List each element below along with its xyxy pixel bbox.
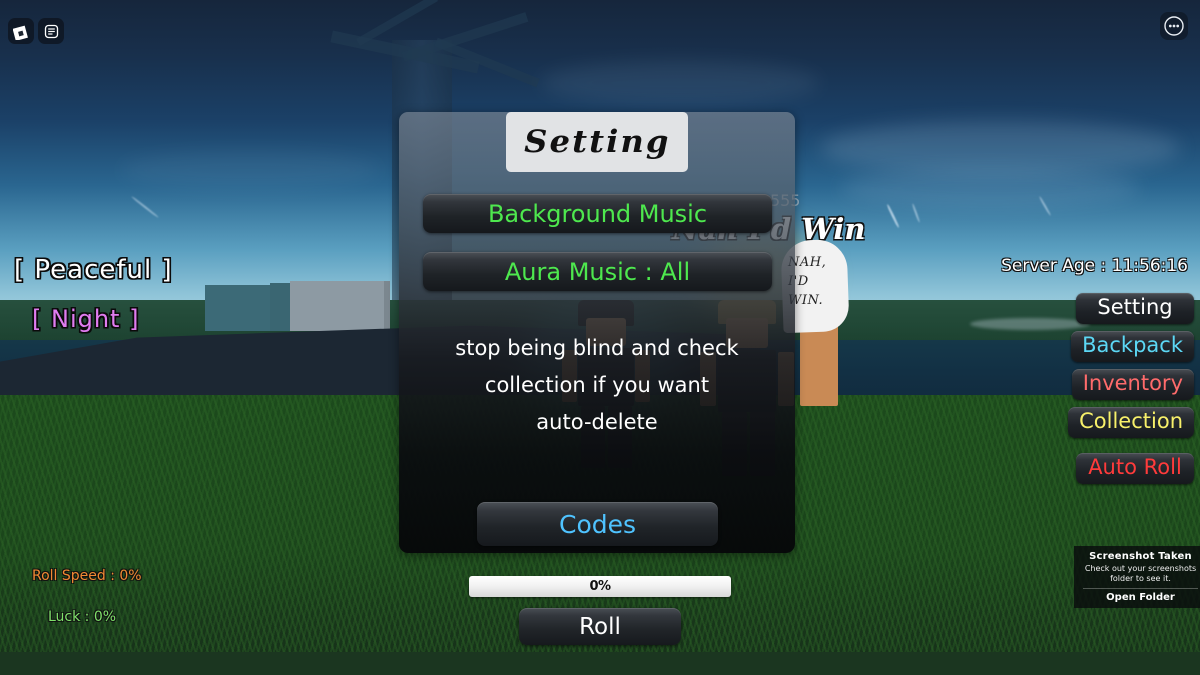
menu-button-backpack[interactable]: Backpack	[1071, 331, 1194, 363]
roll-progress-value: 0%	[589, 579, 611, 594]
settings-note-line: stop being blind and check	[455, 336, 739, 360]
divider	[1083, 588, 1198, 589]
cloud-wisp	[840, 168, 1140, 208]
more-horizontal-icon[interactable]	[1160, 12, 1188, 40]
right-side-menu: Setting Backpack Inventory Collection Au…	[1068, 293, 1194, 485]
roll-button[interactable]: Roll	[519, 608, 681, 645]
server-age-label: Server Age : 11:56:16	[1001, 256, 1188, 276]
settings-title: Setting	[523, 124, 671, 160]
codes-button[interactable]: Codes	[477, 502, 718, 546]
settings-title-box: Setting	[506, 112, 688, 172]
speech-bubble-text: NAH, I'D WIN.	[788, 253, 844, 310]
grass-bottom-strip	[0, 652, 1200, 675]
roll-progress-bar[interactable]: 0%	[469, 576, 731, 597]
chat-icon[interactable]	[38, 18, 64, 44]
time-of-day-tag: [ Night ]	[32, 305, 140, 333]
roll-speed-stat: Roll Speed : 0%	[32, 568, 142, 584]
settings-note-line: collection if you want	[484, 373, 710, 397]
open-folder-button[interactable]: Open Folder	[1079, 592, 1200, 605]
screenshot-notification: Screenshot Taken Check out your screensh…	[1074, 546, 1200, 608]
speech-line: I'D	[788, 274, 809, 289]
settings-note-line: auto-delete	[536, 410, 658, 434]
screenshot-toast-body: Check out your screenshots folder to see…	[1084, 564, 1197, 583]
speech-line: NAH,	[788, 255, 827, 270]
biome-tag: [ Peaceful ]	[14, 255, 173, 285]
luck-stat: Luck : 0%	[48, 609, 117, 625]
game-screen: 1 in 555 Nah I'd Win NAH, I'D WIN. [ Pea…	[0, 0, 1200, 675]
aura-music-button[interactable]: Aura Music : All	[423, 252, 772, 291]
cloud-wisp	[120, 150, 380, 190]
roblox-logo-icon[interactable]	[8, 18, 34, 44]
menu-button-setting[interactable]: Setting	[1076, 293, 1194, 325]
speech-line: WIN.	[788, 293, 824, 308]
background-music-button[interactable]: Background Music	[423, 194, 772, 233]
menu-button-collection[interactable]: Collection	[1068, 407, 1194, 439]
cloud-wisp	[540, 60, 820, 106]
screenshot-toast-title: Screenshot Taken	[1089, 551, 1192, 562]
menu-button-inventory[interactable]: Inventory	[1071, 369, 1194, 401]
settings-note: stop being blind and check collection if…	[425, 330, 769, 441]
settings-panel: Setting Background Music Aura Music : Al…	[399, 112, 795, 553]
menu-button-auto-roll[interactable]: Auto Roll	[1076, 453, 1194, 485]
background-building	[290, 281, 390, 331]
